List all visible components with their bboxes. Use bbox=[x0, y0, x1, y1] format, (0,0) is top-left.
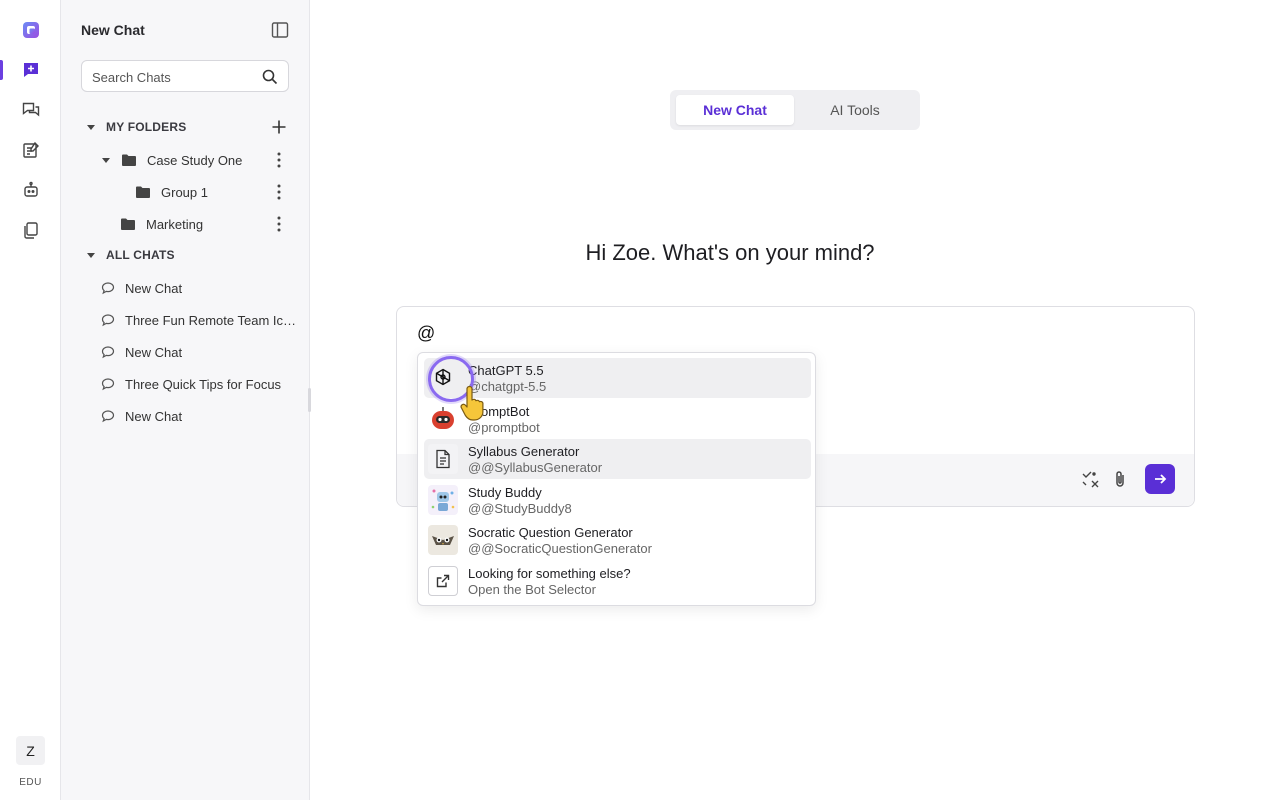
all-chats-label: ALL CHATS bbox=[106, 248, 175, 262]
chat-item[interactable]: New Chat bbox=[101, 341, 301, 363]
chat-item[interactable]: Three Quick Tips for Focus bbox=[101, 373, 301, 395]
more-options-icon[interactable] bbox=[272, 183, 286, 201]
folder-case-study-one[interactable]: Case Study One bbox=[101, 148, 242, 172]
notes-icon[interactable] bbox=[0, 130, 61, 170]
caret-down-icon bbox=[87, 125, 95, 130]
sidebar: New Chat MY FOLDERS Case Study One Group… bbox=[61, 0, 310, 800]
add-folder-icon[interactable] bbox=[269, 117, 289, 137]
hand-pointer-icon bbox=[460, 386, 484, 421]
all-chats-header[interactable]: ALL CHATS bbox=[86, 245, 175, 265]
caret-down-icon bbox=[102, 158, 110, 163]
chat-bubble-icon bbox=[101, 282, 115, 295]
chat-item[interactable]: New Chat bbox=[101, 405, 301, 427]
chat-item[interactable]: Three Fun Remote Team Icebreakers bbox=[101, 309, 301, 331]
owl-icon bbox=[428, 525, 458, 555]
search-icon[interactable] bbox=[262, 69, 278, 85]
robot-icon bbox=[428, 404, 458, 434]
chat-item[interactable]: New Chat bbox=[101, 277, 301, 299]
mention-option-study-buddy[interactable]: Study Buddy @@StudyBuddy8 bbox=[424, 480, 811, 520]
folder-label: Marketing bbox=[146, 216, 204, 232]
bot-icon[interactable] bbox=[0, 170, 61, 210]
mode-tabs: New Chat AI Tools bbox=[670, 90, 920, 130]
mention-option-socratic-question-generator[interactable]: Socratic Question Generator @@SocraticQu… bbox=[424, 520, 811, 560]
chat-bubble-icon bbox=[101, 314, 115, 327]
folder-marketing[interactable]: Marketing bbox=[120, 212, 203, 236]
external-link-icon bbox=[428, 566, 458, 596]
send-button[interactable] bbox=[1145, 464, 1175, 494]
chat-bubble-icon bbox=[101, 410, 115, 423]
chat-bubble-icon bbox=[101, 378, 115, 391]
my-folders-label: MY FOLDERS bbox=[106, 120, 187, 134]
study-robot-icon bbox=[428, 485, 458, 515]
chats-icon[interactable] bbox=[0, 90, 61, 130]
document-icon bbox=[428, 444, 458, 474]
folder-icon bbox=[121, 218, 135, 230]
sidebar-resize-handle[interactable] bbox=[308, 388, 311, 412]
app-logo-icon[interactable] bbox=[0, 10, 61, 50]
arrow-right-icon bbox=[1155, 474, 1167, 484]
icon-rail: Z EDU bbox=[0, 0, 61, 800]
more-options-icon[interactable] bbox=[272, 215, 286, 233]
tab-new-chat[interactable]: New Chat bbox=[676, 95, 794, 125]
sidebar-toggle-icon[interactable] bbox=[271, 21, 289, 39]
attach-icon[interactable] bbox=[1109, 468, 1131, 490]
greeting: Hi Zoe. What's on your mind? bbox=[585, 240, 875, 265]
search-input[interactable] bbox=[92, 68, 252, 86]
mention-option-open-bot-selector[interactable]: Looking for something else? Open the Bot… bbox=[424, 561, 811, 601]
more-options-icon[interactable] bbox=[272, 151, 286, 169]
message-input[interactable]: @ bbox=[417, 323, 435, 344]
caret-down-icon bbox=[87, 253, 95, 258]
clear-format-icon[interactable] bbox=[1079, 468, 1101, 490]
sidebar-title: New Chat bbox=[81, 22, 145, 38]
tab-ai-tools[interactable]: AI Tools bbox=[796, 95, 914, 125]
mention-option-syllabus-generator[interactable]: Syllabus Generator @@SyllabusGenerator bbox=[424, 439, 811, 479]
folder-group-1[interactable]: Group 1 bbox=[135, 180, 208, 204]
folder-label: Group 1 bbox=[161, 184, 208, 200]
folder-icon bbox=[122, 154, 136, 166]
plan-label: EDU bbox=[19, 777, 42, 788]
folder-label: Case Study One bbox=[147, 152, 243, 168]
my-folders-header[interactable]: MY FOLDERS bbox=[86, 117, 186, 137]
files-icon[interactable] bbox=[0, 210, 61, 250]
search-box bbox=[81, 60, 289, 92]
chat-bubble-icon bbox=[101, 346, 115, 359]
avatar[interactable]: Z bbox=[16, 736, 45, 765]
folder-icon bbox=[136, 186, 150, 198]
new-chat-icon[interactable] bbox=[0, 50, 61, 90]
